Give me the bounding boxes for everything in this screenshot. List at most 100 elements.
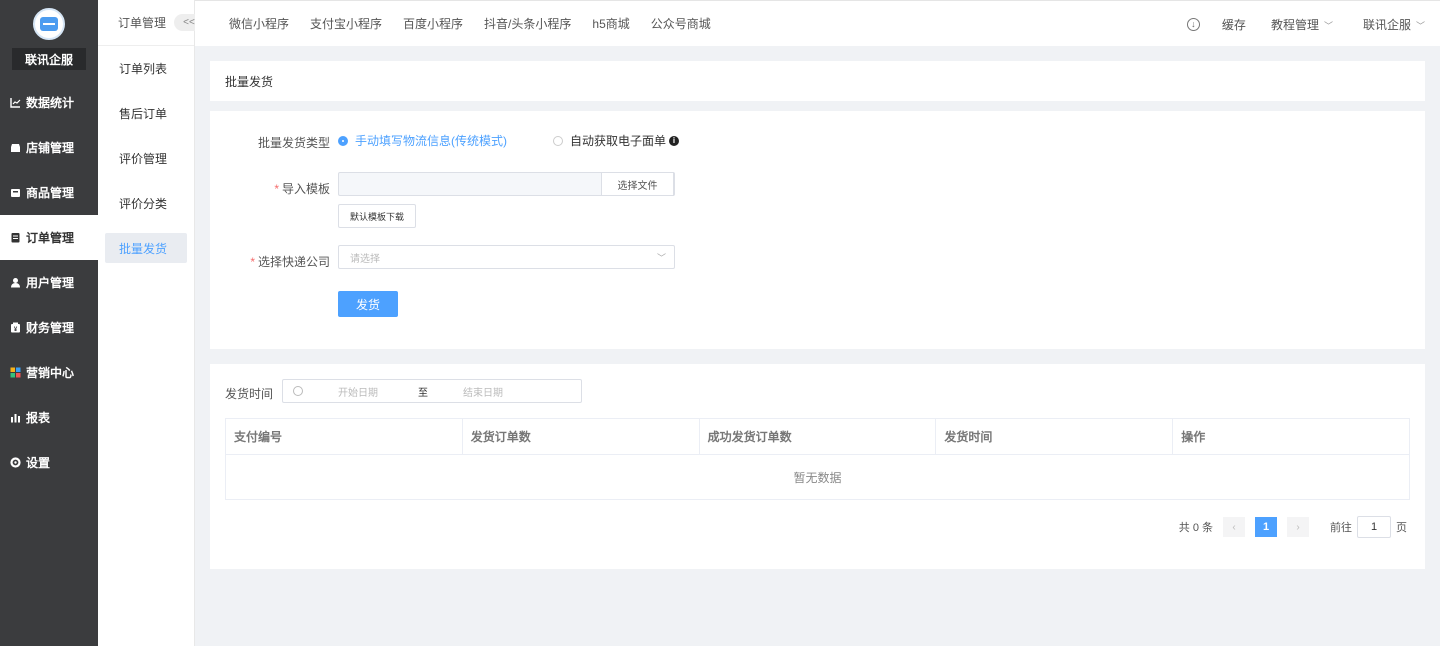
subnav-item-after-sales[interactable]: 售后订单 <box>98 91 194 136</box>
account-menu-label: 联讯企服 <box>1362 17 1411 32</box>
clock-icon <box>293 386 303 396</box>
tab-official-account-mall[interactable]: 公众号商城 <box>651 15 711 32</box>
date-filter-label: 发货时间 <box>225 387 274 401</box>
sidebar-item-orders[interactable]: 订单管理 <box>0 215 98 260</box>
download-icon[interactable]: ↓ <box>1186 17 1200 31</box>
goto-suffix: 页 <box>1396 522 1407 534</box>
radio-dot <box>553 135 563 146</box>
page-title-card: 批量发货 <box>210 61 1425 101</box>
info-icon[interactable]: i <box>669 135 680 146</box>
page-title: 批量发货 <box>225 74 274 89</box>
next-page-button[interactable]: › <box>1287 517 1309 537</box>
courier-label-text: 选择快递公司 <box>257 255 330 269</box>
ship-button[interactable]: 发货 <box>338 291 398 317</box>
sidebar-item-finance[interactable]: ¥ 财务管理 <box>0 305 98 350</box>
sidebar-item-label: 店铺管理 <box>26 141 75 155</box>
top-right-actions: ↓ 缓存 教程管理 ﹀ 联讯企服 ﹀ <box>1186 1 1425 47</box>
start-date-input[interactable]: 开始日期 <box>338 384 398 399</box>
subnav-item-order-list[interactable]: 订单列表 <box>98 46 194 91</box>
import-template-text: 导入模板 <box>281 182 330 196</box>
end-date-input[interactable]: 结束日期 <box>463 384 503 399</box>
radio-manual-label: 手动填写物流信息(传统模式) <box>355 134 507 148</box>
column-header: 操作 <box>1181 430 1206 444</box>
tutorial-menu-label: 教程管理 <box>1270 17 1319 32</box>
subnav-item-batch-shipping[interactable]: 批量发货 <box>105 233 187 263</box>
date-range-picker[interactable]: 开始日期 至 结束日期 <box>282 379 582 403</box>
main-sidebar: 联讯企服 数据统计 店铺管理 商品管理 订单管理 用户管理 ¥ 财务管理 营销中… <box>0 0 98 646</box>
prev-page-button[interactable]: ‹ <box>1223 517 1245 537</box>
tutorial-menu[interactable]: 教程管理 ﹀ <box>1271 16 1333 33</box>
courier-label: * 选择快递公司 <box>210 253 330 270</box>
cache-button[interactable]: 缓存 <box>1222 16 1246 33</box>
shipping-type-radios: 手动填写物流信息(传统模式) 自动获取电子面单 i <box>338 132 725 149</box>
download-template-button[interactable]: 默认模板下载 <box>338 204 416 228</box>
radio-manual[interactable]: 手动填写物流信息(传统模式) <box>338 132 507 149</box>
tab-douyin-miniprogram[interactable]: 抖音/头条小程序 <box>484 15 571 32</box>
column-header: 发货订单数 <box>463 419 700 454</box>
goto-prefix: 前往 <box>1330 522 1352 534</box>
chevron-down-icon: ﹀ <box>656 253 666 263</box>
sidebar-item-settings[interactable]: 设置 <box>0 440 98 485</box>
store-icon <box>10 142 21 153</box>
gear-icon <box>10 457 21 468</box>
column-header: 发货时间 <box>936 419 1174 454</box>
tab-wechat-miniprogram[interactable]: 微信小程序 <box>229 15 289 32</box>
table-header: 支付编号 发货订单数 成功发货订单数 发货时间 操作 <box>226 419 1409 455</box>
sidebar-nav: 数据统计 店铺管理 商品管理 订单管理 用户管理 ¥ 财务管理 营销中心 报表 … <box>0 80 98 485</box>
choose-file-button[interactable]: 选择文件 <box>601 172 674 196</box>
goto-page-input[interactable]: 1 <box>1357 516 1391 538</box>
order-icon <box>10 232 21 243</box>
sidebar-item-label: 数据统计 <box>26 96 75 110</box>
sidebar-item-label: 订单管理 <box>26 231 75 245</box>
sidebar-item-label: 设置 <box>26 456 51 470</box>
pagination: 共 0 条 ‹ 1 › 前往 1 页 <box>1179 516 1407 538</box>
subnav-item-review-categories[interactable]: 评价分类 <box>98 181 194 226</box>
radio-auto-label: 自动获取电子面单 <box>570 134 667 148</box>
box-icon <box>10 187 21 198</box>
logo-icon[interactable] <box>33 8 65 40</box>
radio-dot <box>338 135 348 146</box>
records-table: 支付编号 发货订单数 成功发货订单数 发货时间 操作 暂无数据 <box>225 418 1410 500</box>
sidebar-item-products[interactable]: 商品管理 <box>0 170 98 215</box>
brand-name: 联讯企服 <box>12 48 86 70</box>
user-icon <box>10 277 21 288</box>
courier-select[interactable]: 请选择 ﹀ <box>338 245 675 269</box>
radio-auto[interactable]: 自动获取电子面单 i <box>553 132 680 149</box>
chevron-down-icon: ﹀ <box>1323 20 1333 31</box>
empty-state: 暂无数据 <box>793 470 842 485</box>
file-input[interactable]: 选择文件 <box>338 172 675 196</box>
batch-shipping-form: 批量发货类型 手动填写物流信息(传统模式) 自动获取电子面单 i * 导入模板 选择… <box>210 111 1425 349</box>
sidebar-item-reports[interactable]: 报表 <box>0 395 98 440</box>
sidebar-item-label: 用户管理 <box>26 276 75 290</box>
sidebar-item-label: 报表 <box>26 411 51 425</box>
required-mark: * <box>250 255 255 269</box>
import-template-label: * 导入模板 <box>210 180 330 197</box>
brand-area: 联讯企服 <box>0 0 98 80</box>
shipping-records: 发货时间 开始日期 至 结束日期 支付编号 发货订单数 成功发货订单数 发货时间… <box>210 364 1425 569</box>
finance-icon: ¥ <box>10 322 21 333</box>
marketing-icon <box>10 367 21 378</box>
sidebar-item-label: 商品管理 <box>26 186 75 200</box>
total-count: 共 0 条 <box>1178 522 1213 534</box>
account-menu[interactable]: 联讯企服 ﹀ <box>1363 16 1425 33</box>
platform-tabs: 微信小程序 支付宝小程序 百度小程序 抖音/头条小程序 h5商城 公众号商城 <box>195 15 732 32</box>
column-header: 成功发货订单数 <box>700 419 937 454</box>
sidebar-item-label: 营销中心 <box>26 366 75 380</box>
tab-alipay-miniprogram[interactable]: 支付宝小程序 <box>310 15 382 32</box>
sidebar-item-users[interactable]: 用户管理 <box>0 260 98 305</box>
tab-h5-mall[interactable]: h5商城 <box>592 15 629 32</box>
date-range-separator: 至 <box>418 387 428 399</box>
sidebar-item-store[interactable]: 店铺管理 <box>0 125 98 170</box>
sidebar-item-label: 财务管理 <box>26 321 75 335</box>
sub-sidebar: 订单管理 << 订单列表 售后订单 评价管理 评价分类 批量发货 <box>98 0 204 646</box>
chevron-down-icon: ﹀ <box>1415 20 1425 31</box>
subnav-item-reviews[interactable]: 评价管理 <box>98 136 194 181</box>
courier-placeholder: 请选择 <box>350 253 380 265</box>
tab-baidu-miniprogram[interactable]: 百度小程序 <box>403 15 463 32</box>
chart-icon <box>10 97 21 108</box>
column-header: 支付编号 <box>226 419 463 454</box>
sidebar-item-marketing[interactable]: 营销中心 <box>0 350 98 395</box>
page-number[interactable]: 1 <box>1255 517 1277 537</box>
shipping-type-label: 批量发货类型 <box>257 136 330 150</box>
sidebar-item-stats[interactable]: 数据统计 <box>0 80 98 125</box>
